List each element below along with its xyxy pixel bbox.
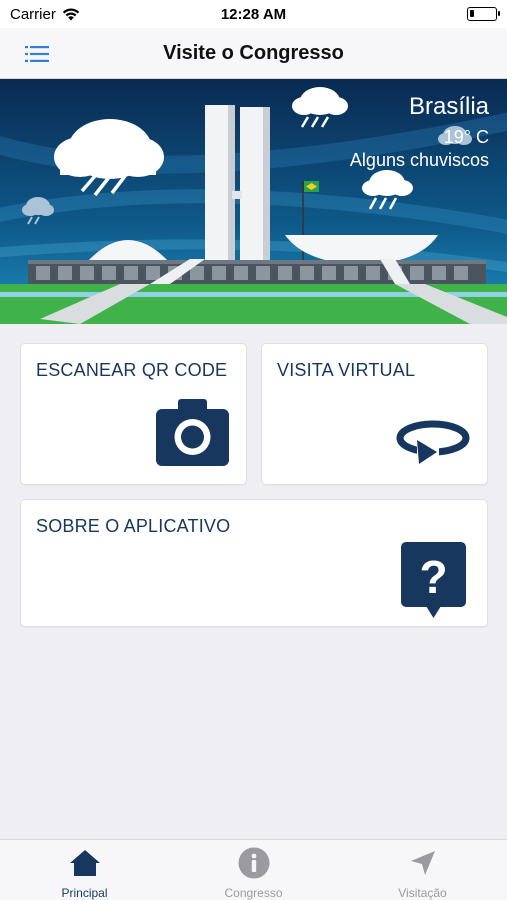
tab-bar: Principal Congresso Visitação xyxy=(0,839,507,900)
location-arrow-icon xyxy=(406,846,440,880)
status-left: Carrier xyxy=(10,6,80,23)
tab-visitacao[interactable]: Visitação xyxy=(338,840,507,900)
about-app-card[interactable]: SOBRE O APLICATIVO ? xyxy=(20,499,488,627)
weather-info: Brasília 19° C Alguns chuviscos xyxy=(350,93,489,171)
tab-congresso[interactable]: Congresso xyxy=(169,840,338,900)
weather-banner: Brasília 19° C Alguns chuviscos xyxy=(0,79,507,324)
info-icon xyxy=(237,846,271,880)
virtual-visit-card[interactable]: VISITA VIRTUAL xyxy=(261,343,488,485)
about-app-label: SOBRE O APLICATIVO xyxy=(36,516,231,536)
tab-congresso-label: Congresso xyxy=(224,886,283,900)
list-icon xyxy=(25,46,49,62)
carrier-label: Carrier xyxy=(10,5,56,23)
scan-qr-label: ESCANEAR QR CODE xyxy=(36,360,228,380)
battery-icon xyxy=(467,7,500,21)
home-icon xyxy=(68,846,102,880)
virtual-visit-label: VISITA VIRTUAL xyxy=(277,360,416,380)
page-title: Visite o Congresso xyxy=(163,41,344,64)
svg-text:?: ? xyxy=(419,551,447,603)
menu-button[interactable] xyxy=(18,40,56,68)
weather-temperature: 19° C xyxy=(443,127,489,147)
wifi-icon xyxy=(62,8,80,20)
tab-principal-label: Principal xyxy=(61,886,108,900)
status-bar: Carrier 12:28 AM xyxy=(0,0,507,28)
weather-city: Brasília xyxy=(408,93,489,120)
scan-qr-card[interactable]: ESCANEAR QR CODE xyxy=(20,343,247,485)
weather-condition: Alguns chuviscos xyxy=(349,150,489,170)
navigation-bar: Visite o Congresso xyxy=(0,28,507,79)
question-bubble-icon: ? xyxy=(401,542,466,618)
tab-principal[interactable]: Principal xyxy=(0,840,169,900)
camera-icon xyxy=(156,399,229,466)
tab-visitacao-label: Visitação xyxy=(398,886,447,900)
rotate-360-icon xyxy=(396,420,470,464)
